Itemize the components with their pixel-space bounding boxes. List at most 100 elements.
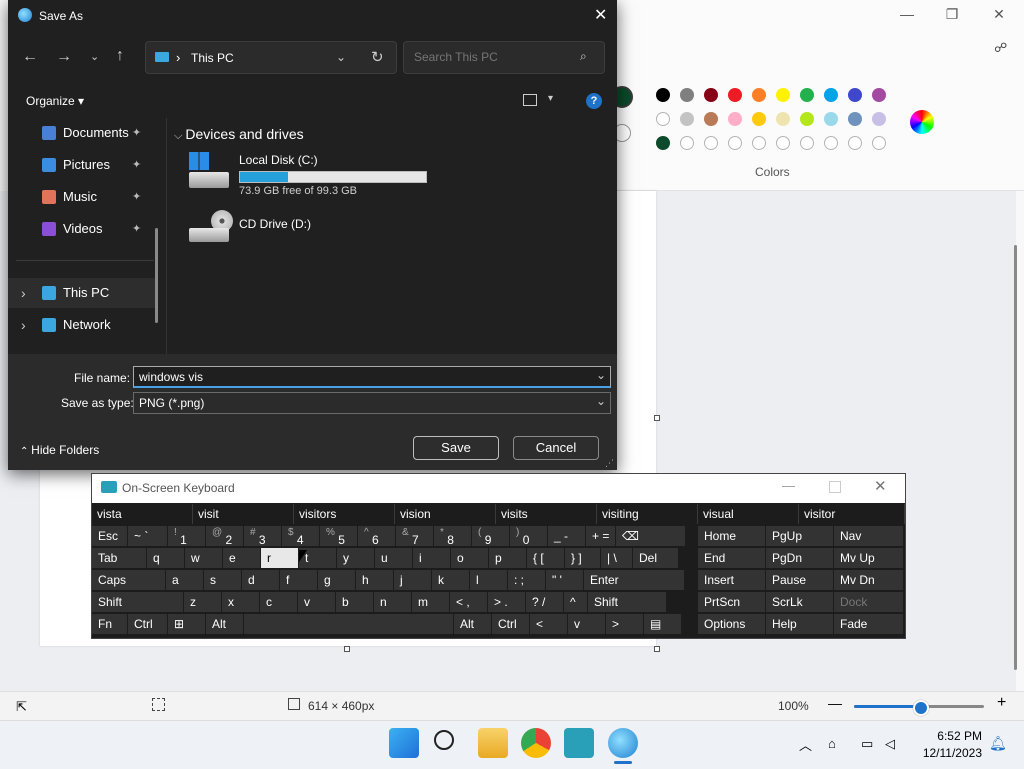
key-[interactable]: { [ xyxy=(527,548,565,569)
color-swatch[interactable] xyxy=(704,136,718,150)
key-x[interactable]: x xyxy=(222,592,260,613)
color-swatch[interactable] xyxy=(872,112,886,126)
volume-muted-icon[interactable]: ◁ xyxy=(885,736,895,752)
key-shift[interactable]: Shift xyxy=(92,592,184,613)
osk-minimize-icon[interactable]: — xyxy=(782,478,795,493)
key-pgdn[interactable]: PgDn xyxy=(766,548,834,569)
key-mv-up[interactable]: Mv Up xyxy=(834,548,904,569)
key-[interactable]: ⊞ xyxy=(168,614,206,635)
color-swatch[interactable] xyxy=(776,88,790,102)
key-scrlk[interactable]: ScrLk xyxy=(766,592,834,613)
expand-chevron-icon[interactable]: › xyxy=(21,278,26,308)
zoom-out-button[interactable]: — xyxy=(828,695,842,711)
color-swatch[interactable] xyxy=(800,136,814,150)
notification-bell-icon[interactable]: 🔔︎ xyxy=(989,735,1007,752)
key-[interactable]: ~ ` xyxy=(128,526,168,547)
dialog-close-icon[interactable]: ✕ xyxy=(594,5,607,25)
drive-item-d[interactable]: CD Drive (D:) xyxy=(186,208,436,248)
close-icon[interactable]: ✕ xyxy=(979,0,1019,28)
key-[interactable]: ? / xyxy=(526,592,564,613)
key-p[interactable]: p xyxy=(489,548,527,569)
color-swatch[interactable] xyxy=(872,136,886,150)
key-prtscn[interactable]: PrtScn xyxy=(698,592,766,613)
color-swatch[interactable] xyxy=(848,136,862,150)
key-8[interactable]: * 8 xyxy=(434,526,472,547)
key-y[interactable]: y xyxy=(337,548,375,569)
key-insert[interactable]: Insert xyxy=(698,570,766,591)
show-hidden-icons-icon[interactable]: ︿ xyxy=(799,735,812,754)
key-space[interactable] xyxy=(244,614,454,635)
word-suggestion[interactable]: visitors xyxy=(294,504,395,524)
key-[interactable]: ^ xyxy=(564,592,588,613)
search-input[interactable] xyxy=(412,49,576,65)
word-suggestion[interactable]: visiting xyxy=(597,504,698,524)
address-dropdown-icon[interactable]: ⌄ xyxy=(336,50,346,64)
color-swatch[interactable] xyxy=(680,88,694,102)
key-shift[interactable]: Shift xyxy=(588,592,667,613)
key-ctrl[interactable]: Ctrl xyxy=(128,614,168,635)
key-q[interactable]: q xyxy=(147,548,185,569)
key-u[interactable]: u xyxy=(375,548,413,569)
cancel-button[interactable]: Cancel xyxy=(513,436,599,460)
key-h[interactable]: h xyxy=(356,570,394,591)
start-windows-icon[interactable] xyxy=(389,728,419,758)
resize-grip-icon[interactable]: ⋰ xyxy=(605,458,614,469)
key-m[interactable]: m xyxy=(412,592,450,613)
file-explorer-icon[interactable] xyxy=(478,728,508,758)
key-r[interactable]: r xyxy=(261,548,299,569)
view-options-icon[interactable] xyxy=(523,94,537,106)
key-mv-dn[interactable]: Mv Dn xyxy=(834,570,904,591)
key-tab[interactable]: Tab xyxy=(92,548,147,569)
key-w[interactable]: w xyxy=(185,548,223,569)
key-l[interactable]: l xyxy=(470,570,508,591)
nav-pane-scrollbar[interactable] xyxy=(155,228,158,323)
osk-close-icon[interactable]: ✕ xyxy=(874,477,887,495)
network-status-icon[interactable]: ⌂ xyxy=(828,736,836,751)
pane-splitter[interactable] xyxy=(166,118,167,354)
color-swatch[interactable] xyxy=(680,136,694,150)
key-[interactable]: ⌫ xyxy=(616,526,686,547)
key-2[interactable]: @ 2 xyxy=(206,526,244,547)
key-[interactable]: > xyxy=(606,614,644,635)
key-del[interactable]: Del xyxy=(633,548,679,569)
key-5[interactable]: % 5 xyxy=(320,526,358,547)
keyboard-taskbar-icon[interactable] xyxy=(564,728,594,758)
color-swatch[interactable] xyxy=(704,88,718,102)
zoom-in-button[interactable]: + xyxy=(997,694,1006,712)
key-7[interactable]: & 7 xyxy=(396,526,434,547)
key-[interactable]: | \ xyxy=(601,548,633,569)
key-[interactable]: } ] xyxy=(565,548,601,569)
key-k[interactable]: k xyxy=(432,570,470,591)
key-ctrl[interactable]: Ctrl xyxy=(492,614,530,635)
recent-locations-icon[interactable]: ⌄ xyxy=(90,50,99,63)
key-b[interactable]: b xyxy=(336,592,374,613)
key-0[interactable]: ) 0 xyxy=(510,526,548,547)
key-n[interactable]: n xyxy=(374,592,412,613)
word-suggestion[interactable]: vision xyxy=(395,504,496,524)
key-i[interactable]: i xyxy=(413,548,451,569)
color-swatch[interactable] xyxy=(776,136,790,150)
key-o[interactable]: o xyxy=(451,548,489,569)
up-arrow-icon[interactable]: ↑ xyxy=(116,47,124,65)
edit-colors-icon[interactable] xyxy=(910,110,934,134)
key-s[interactable]: s xyxy=(204,570,242,591)
save-type-dropdown-icon[interactable]: ⌄ xyxy=(596,394,606,408)
nav-item-network[interactable]: › Network xyxy=(8,310,158,340)
key-[interactable]: < xyxy=(530,614,568,635)
address-bar[interactable]: › This PC ⌄ ↻ xyxy=(145,41,397,74)
color-swatch[interactable] xyxy=(848,112,862,126)
color-swatch[interactable] xyxy=(728,136,742,150)
zoom-slider[interactable] xyxy=(854,700,984,716)
share-icon[interactable]: ☍ xyxy=(994,40,1010,56)
nav-item-pictures[interactable]: Pictures ✦ xyxy=(8,150,158,180)
key-end[interactable]: End xyxy=(698,548,766,569)
save-button[interactable]: Save xyxy=(413,436,499,460)
back-arrow-icon[interactable]: ← xyxy=(22,48,38,66)
key-pause[interactable]: Pause xyxy=(766,570,834,591)
save-type-select[interactable]: PNG (*.png) ⌄ xyxy=(133,392,611,414)
forward-arrow-icon[interactable]: → xyxy=(56,48,72,66)
expand-chevron-icon[interactable]: › xyxy=(21,310,26,340)
clock-date[interactable]: 12/11/2023 xyxy=(906,746,982,760)
taskbar-search-icon[interactable] xyxy=(434,730,454,750)
nav-item-this-pc[interactable]: › This PC xyxy=(8,278,158,308)
